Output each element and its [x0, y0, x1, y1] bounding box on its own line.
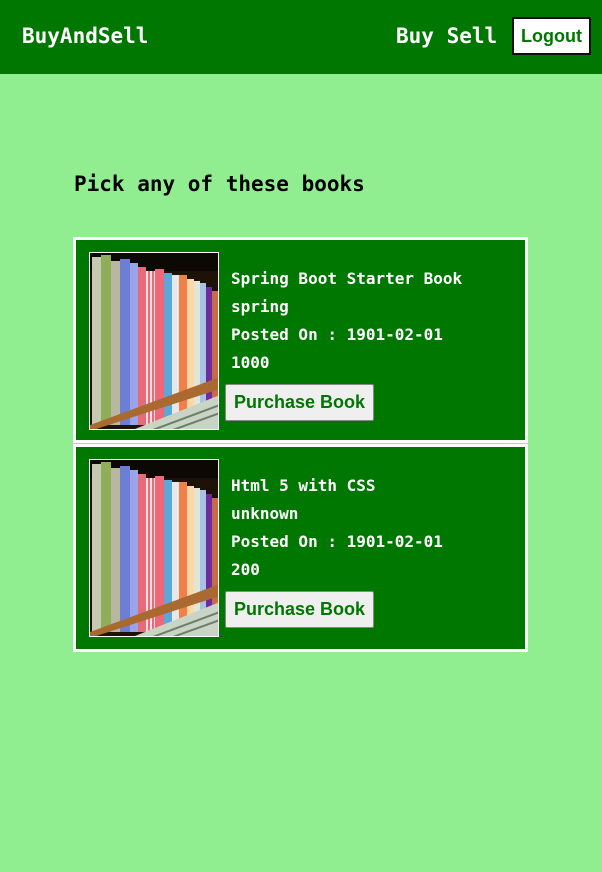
book-card: Spring Boot Starter Book spring Posted O…	[73, 237, 528, 443]
logout-button[interactable]: Logout	[512, 17, 591, 55]
purchase-book-button[interactable]: Purchase Book	[225, 591, 374, 628]
page-title: Pick any of these books	[74, 172, 365, 196]
book-category: spring	[231, 297, 289, 316]
book-posted-date: Posted On : 1901-02-01	[231, 532, 443, 551]
book-thumbnail	[89, 459, 219, 637]
book-price: 200	[231, 560, 260, 579]
book-posted-date: Posted On : 1901-02-01	[231, 325, 443, 344]
brand-logo[interactable]: BuyAndSell	[22, 24, 148, 48]
book-info: Html 5 with CSS unknown Posted On : 1901…	[231, 472, 443, 584]
nav-links: Buy Sell	[396, 24, 497, 48]
nav-link-buy[interactable]: Buy	[396, 24, 434, 48]
book-info: Spring Boot Starter Book spring Posted O…	[231, 265, 462, 377]
book-category: unknown	[231, 504, 299, 523]
nav-link-sell[interactable]: Sell	[447, 24, 498, 48]
book-card: Html 5 with CSS unknown Posted On : 1901…	[73, 444, 528, 652]
book-thumbnail	[89, 252, 219, 430]
book-price: 1000	[231, 353, 270, 372]
book-title: Html 5 with CSS	[231, 476, 376, 495]
navbar: BuyAndSell Buy Sell Logout	[0, 0, 602, 74]
purchase-book-button[interactable]: Purchase Book	[225, 384, 374, 421]
book-title: Spring Boot Starter Book	[231, 269, 463, 288]
